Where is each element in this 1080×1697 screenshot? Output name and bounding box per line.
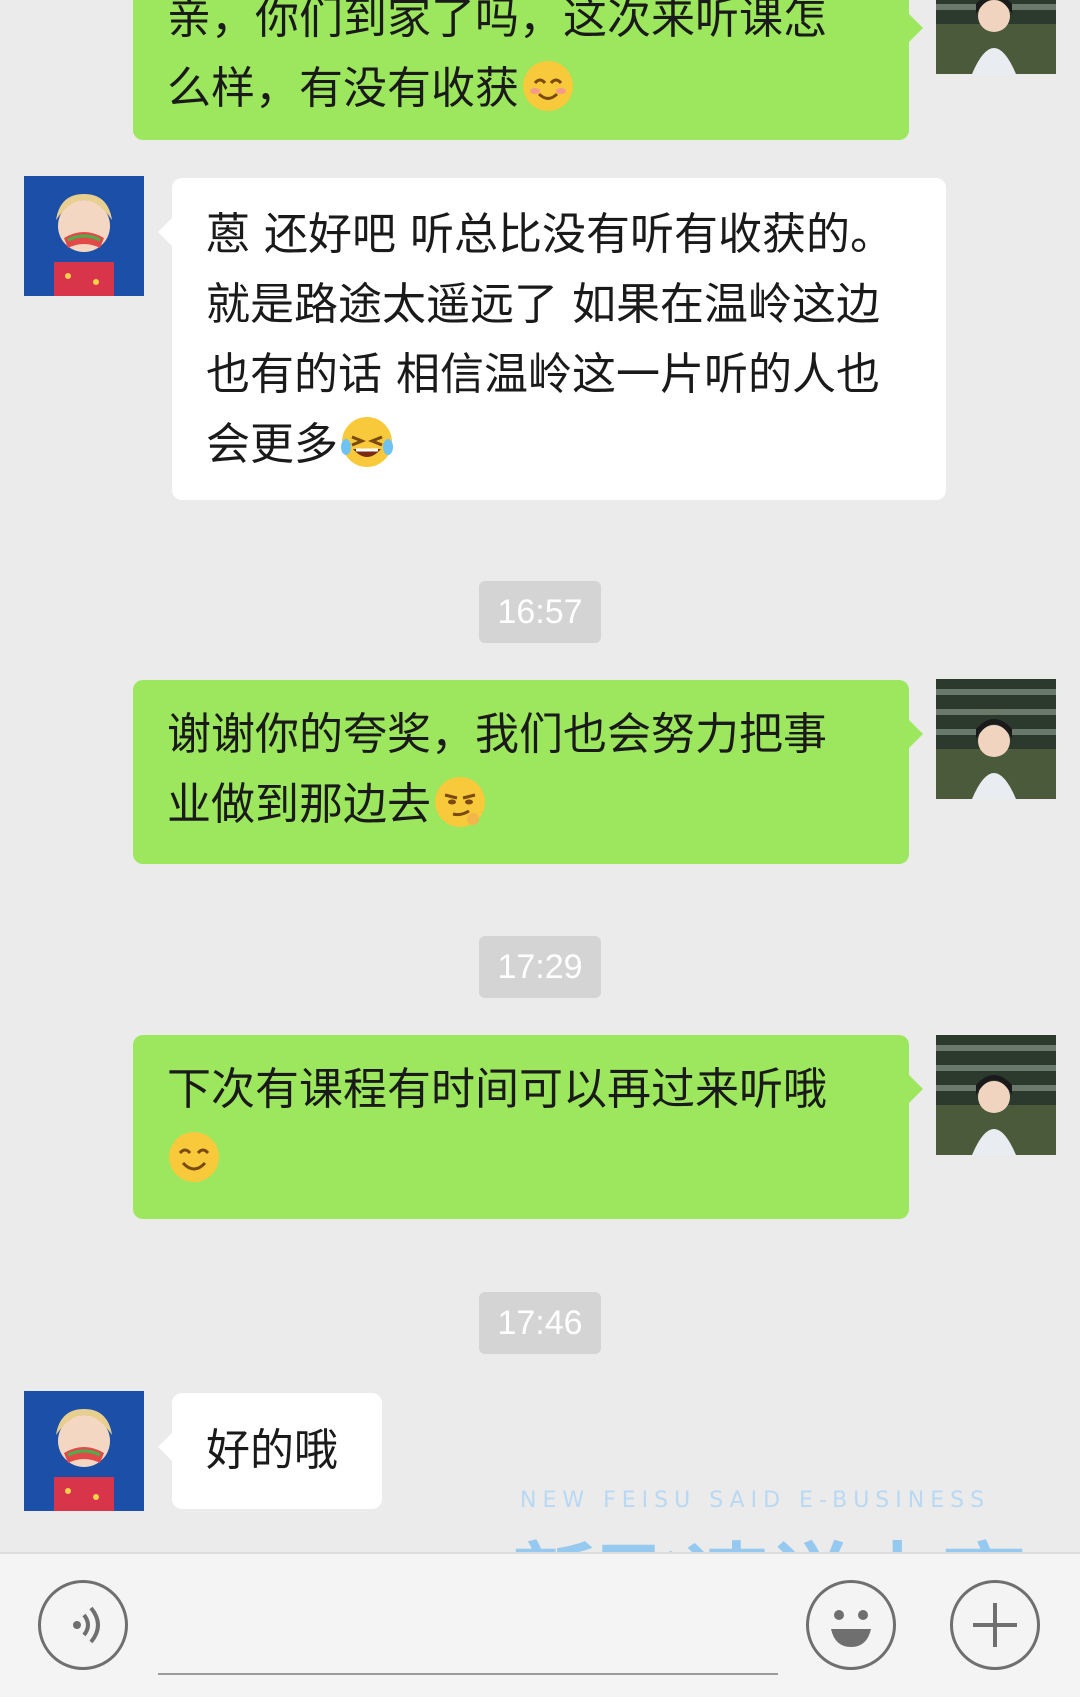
timestamp-badge: 17:46 xyxy=(479,1292,601,1354)
timestamp-badge: 17:29 xyxy=(479,936,601,998)
contact-avatar[interactable] xyxy=(24,176,144,296)
message-text xyxy=(167,1125,875,1195)
blush-emoji-icon xyxy=(521,59,575,113)
input-bar xyxy=(0,1552,1080,1697)
message-bubble-received[interactable]: 蒽 还好吧 听总比没有听有收获的。 就是路途太遥远了 如果在温岭这边 也有的话 … xyxy=(158,178,946,500)
watermark-chinese: 新飞速说电商 xyxy=(512,1516,1052,1552)
message-text: 就是路途太遥远了 如果在温岭这边 xyxy=(206,279,880,330)
message-text: 好的哦 xyxy=(206,1425,338,1476)
message-bubble-sent[interactable]: 下次有课程有时间可以再过来听哦 xyxy=(133,1035,923,1219)
emoji-face-icon xyxy=(809,1583,893,1667)
my-avatar[interactable] xyxy=(936,679,1056,799)
message-text: 也有的话 相信温岭这一片听的人也 xyxy=(206,349,880,400)
timestamp-badge: 16:57 xyxy=(479,581,601,643)
message-text: 谢谢你的夸奖，我们也会努力把事 xyxy=(167,709,827,760)
message-text: 么样，有没有收获 xyxy=(167,54,875,124)
message-text: 下次有课程有时间可以再过来听哦 xyxy=(167,1064,827,1115)
message-bubble-sent[interactable]: 亲，你们到家了吗，这次来听课怎 么样，有没有收获 xyxy=(133,0,923,140)
my-avatar[interactable] xyxy=(936,0,1056,74)
message-text: 亲，你们到家了吗，这次来听课怎 xyxy=(167,0,827,44)
message-input[interactable] xyxy=(158,1673,778,1675)
contact-avatar[interactable] xyxy=(24,1391,144,1511)
message-text: 会更多 xyxy=(206,410,912,480)
smile-emoji-icon xyxy=(167,1130,221,1184)
emoji-button[interactable] xyxy=(806,1580,896,1670)
smirk-emoji-icon xyxy=(433,775,487,829)
voice-button[interactable] xyxy=(38,1580,128,1670)
message-bubble-sent[interactable]: 谢谢你的夸奖，我们也会努力把事 业做到那边去 xyxy=(133,680,923,864)
message-bubble-received[interactable]: 好的哦 xyxy=(158,1393,382,1509)
chat-area: 亲，你们到家了吗，这次来听课怎 么样，有没有收获 蒽 还好吧 听总比没有听有收获… xyxy=(0,0,1080,1552)
plus-icon xyxy=(953,1583,1037,1667)
message-text: 业做到那边去 xyxy=(167,770,875,840)
message-text: 蒽 还好吧 听总比没有听有收获的。 xyxy=(206,209,894,260)
voice-icon xyxy=(41,1583,125,1667)
tears-of-joy-emoji-icon xyxy=(340,415,394,469)
my-avatar[interactable] xyxy=(936,1035,1056,1155)
watermark-english: NEW FEISU SAID E-BUSINESS xyxy=(520,1488,991,1513)
more-button[interactable] xyxy=(950,1580,1040,1670)
